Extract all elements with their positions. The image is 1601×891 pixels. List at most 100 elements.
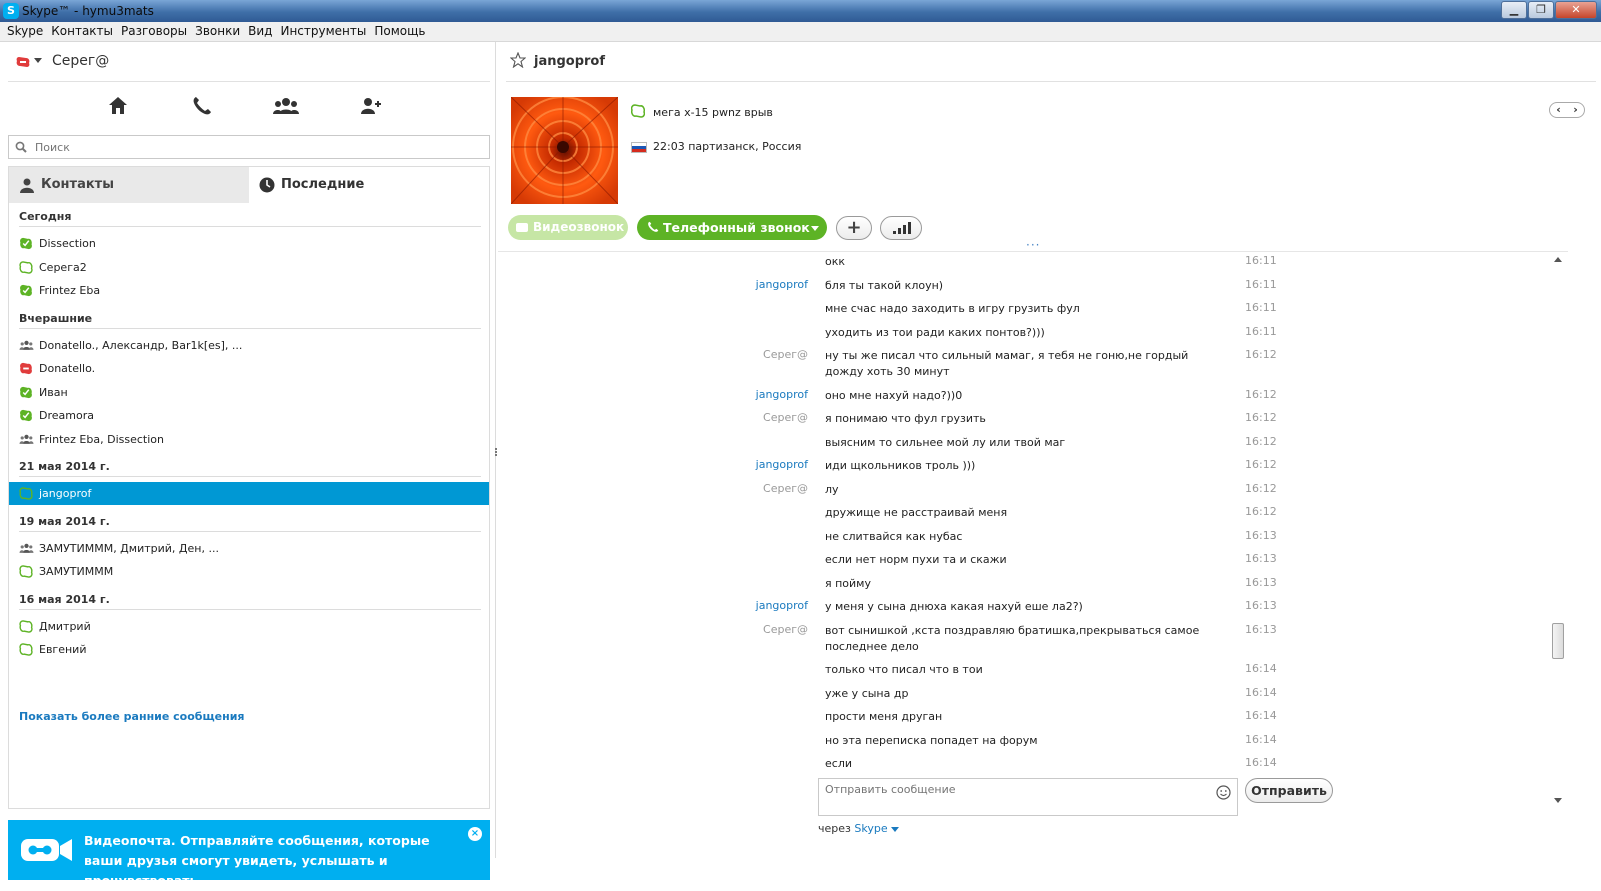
message-sender[interactable]: jangoprof bbox=[756, 388, 808, 401]
tab-recent[interactable]: Последние bbox=[249, 167, 489, 203]
recent-item[interactable]: Frintez Eba bbox=[9, 279, 489, 302]
menu-calls[interactable]: Звонки bbox=[194, 22, 247, 41]
chat-history: окк 16:11 jangoprof бля ты такой клоун) 16:1… bbox=[498, 251, 1568, 809]
tab-contacts-label: Контакты bbox=[41, 177, 114, 192]
status-caret-icon[interactable] bbox=[34, 58, 42, 63]
recent-item[interactable]: Dissection bbox=[9, 232, 489, 255]
left-pane: Серег@ Контакты bbox=[0, 42, 496, 888]
scroll-up-icon[interactable] bbox=[1554, 257, 1562, 262]
profile-name[interactable]: Серег@ bbox=[52, 53, 109, 69]
group-icon[interactable] bbox=[272, 94, 300, 118]
recent-group-header: 19 мая 2014 г. bbox=[19, 514, 110, 528]
send-button[interactable]: Отправить bbox=[1245, 778, 1333, 803]
message-time: 16:14 bbox=[1245, 685, 1277, 699]
message-sender[interactable]: jangoprof bbox=[756, 458, 808, 471]
message-text: если нет норм пухи та и скажи bbox=[825, 553, 1007, 566]
message-sender[interactable]: Серег@ bbox=[763, 411, 808, 424]
menu-view[interactable]: Вид bbox=[247, 22, 279, 41]
message-time: 16:11 bbox=[1245, 324, 1277, 338]
recent-item[interactable]: ЗАМУТИМММ, Дмитрий, Ден, ... bbox=[9, 537, 489, 560]
message-time: 16:14 bbox=[1245, 709, 1277, 722]
message-text: только что писал что в тои bbox=[825, 663, 983, 676]
via-skype-link[interactable]: Skype bbox=[854, 822, 887, 835]
message-sender[interactable]: Серег@ bbox=[763, 482, 808, 495]
videomail-promo[interactable]: Видеопочта. Отправляйте сообщения, котор… bbox=[8, 820, 490, 888]
conversation-name[interactable]: jangoprof bbox=[534, 54, 605, 69]
recent-item[interactable]: Donatello. bbox=[9, 357, 489, 380]
menu-contacts[interactable]: Контакты bbox=[50, 22, 120, 41]
message-time: 16:13 bbox=[1245, 575, 1277, 589]
conversation-pane: jangoprof мега х-15 pwnz врыв 22:03 парт… bbox=[498, 42, 1601, 858]
search-box[interactable] bbox=[8, 135, 490, 159]
message-time: 16:11 bbox=[1245, 254, 1277, 267]
call-quality-button[interactable] bbox=[880, 216, 922, 240]
status-online-icon bbox=[19, 386, 33, 402]
minimize-button[interactable]: ▁ bbox=[1501, 1, 1527, 19]
message-time: 16:13 bbox=[1245, 528, 1277, 542]
status-dnd-icon[interactable] bbox=[16, 56, 30, 68]
tab-contacts[interactable]: Контакты bbox=[9, 167, 249, 203]
message-text: окк bbox=[825, 255, 846, 268]
chevron-down-icon[interactable] bbox=[811, 226, 819, 231]
tab-recent-label: Последние bbox=[281, 177, 365, 192]
recent-item[interactable]: Евгений bbox=[9, 638, 489, 661]
add-button[interactable]: + bbox=[836, 216, 872, 240]
videomail-icon bbox=[21, 839, 72, 861]
favorite-star-icon[interactable] bbox=[510, 52, 526, 68]
recent-item[interactable]: Иван bbox=[9, 381, 489, 404]
message-text: лу bbox=[825, 482, 839, 496]
phone-icon[interactable] bbox=[190, 94, 214, 118]
video-call-button[interactable]: Видеозвонок bbox=[508, 215, 628, 240]
message-sender[interactable]: Серег@ bbox=[763, 348, 808, 361]
recent-item[interactable]: ЗАМУТИМММ bbox=[9, 560, 489, 583]
scroll-down-icon[interactable] bbox=[1554, 798, 1562, 803]
menu-conversations[interactable]: Разговоры bbox=[120, 22, 194, 41]
message-time: 16:14 bbox=[1245, 732, 1277, 746]
recent-item[interactable]: Дмитрий bbox=[9, 615, 489, 638]
promo-text: Видеопочта. Отправляйте сообщения, котор… bbox=[84, 833, 430, 888]
menu-skype[interactable]: Skype bbox=[6, 22, 50, 41]
close-button[interactable]: ✕ bbox=[1555, 1, 1597, 19]
add-contact-icon[interactable] bbox=[358, 94, 382, 118]
search-input[interactable] bbox=[35, 139, 475, 155]
recent-item-name: jangoprof bbox=[39, 487, 92, 500]
message-text: оно мне нахуй надо?))0 bbox=[825, 388, 963, 402]
message-text: у меня у сына днюха какая нахуй еше ла2?… bbox=[825, 600, 1083, 613]
message-sender[interactable]: Серег@ bbox=[763, 623, 808, 636]
maximize-button[interactable]: ❐ bbox=[1528, 1, 1554, 19]
menu-tools[interactable]: Инструменты bbox=[279, 22, 373, 41]
menu-help[interactable]: Помощь bbox=[373, 22, 432, 41]
message-time: 16:12 bbox=[1245, 411, 1277, 424]
recent-item[interactable]: Donatello., Александр, Bar1k[es], ... bbox=[9, 334, 489, 357]
next-arrow-icon[interactable]: › bbox=[1567, 103, 1584, 117]
recent-item[interactable]: jangoprof bbox=[9, 482, 489, 505]
scroll-thumb[interactable] bbox=[1552, 623, 1564, 659]
header-collapse-handle[interactable]: ··· bbox=[1026, 238, 1040, 252]
status-offline-icon bbox=[19, 643, 33, 659]
message-input[interactable] bbox=[825, 783, 1205, 811]
message-time: 16:12 bbox=[1245, 387, 1277, 401]
prev-arrow-icon[interactable]: ‹ bbox=[1550, 103, 1567, 117]
recent-item-name: Евгений bbox=[39, 643, 87, 656]
message-composer[interactable] bbox=[818, 778, 1238, 816]
title-bar: S Skype™ - hymu3mats ▁ ❐ ✕ bbox=[0, 0, 1601, 22]
emoticon-icon[interactable] bbox=[1216, 785, 1231, 800]
recent-item[interactable]: Серега2 bbox=[9, 256, 489, 279]
mood-message: мега х-15 pwnz врыв bbox=[653, 106, 773, 119]
home-icon[interactable] bbox=[106, 94, 130, 118]
message-sender[interactable]: jangoprof bbox=[756, 278, 808, 291]
recent-group-header: 16 мая 2014 г. bbox=[19, 592, 110, 606]
contact-avatar[interactable] bbox=[511, 97, 618, 204]
message-sender[interactable]: jangoprof bbox=[756, 599, 808, 612]
chevron-down-icon[interactable] bbox=[890, 826, 899, 832]
recent-item[interactable]: Frintez Eba, Dissection bbox=[9, 428, 489, 451]
show-earlier-messages-link[interactable]: Показать более ранние сообщения bbox=[19, 710, 244, 723]
phone-call-label: Телефонный звонок bbox=[663, 220, 810, 235]
phone-call-button[interactable]: Телефонный звонок bbox=[637, 215, 827, 240]
chat-scrollbar[interactable] bbox=[1550, 251, 1566, 809]
promo-close-button[interactable]: × bbox=[468, 827, 482, 841]
divider bbox=[19, 476, 481, 477]
status-online-icon bbox=[19, 237, 33, 253]
message-text: если bbox=[825, 757, 852, 770]
recent-item[interactable]: Dreamora bbox=[9, 404, 489, 427]
